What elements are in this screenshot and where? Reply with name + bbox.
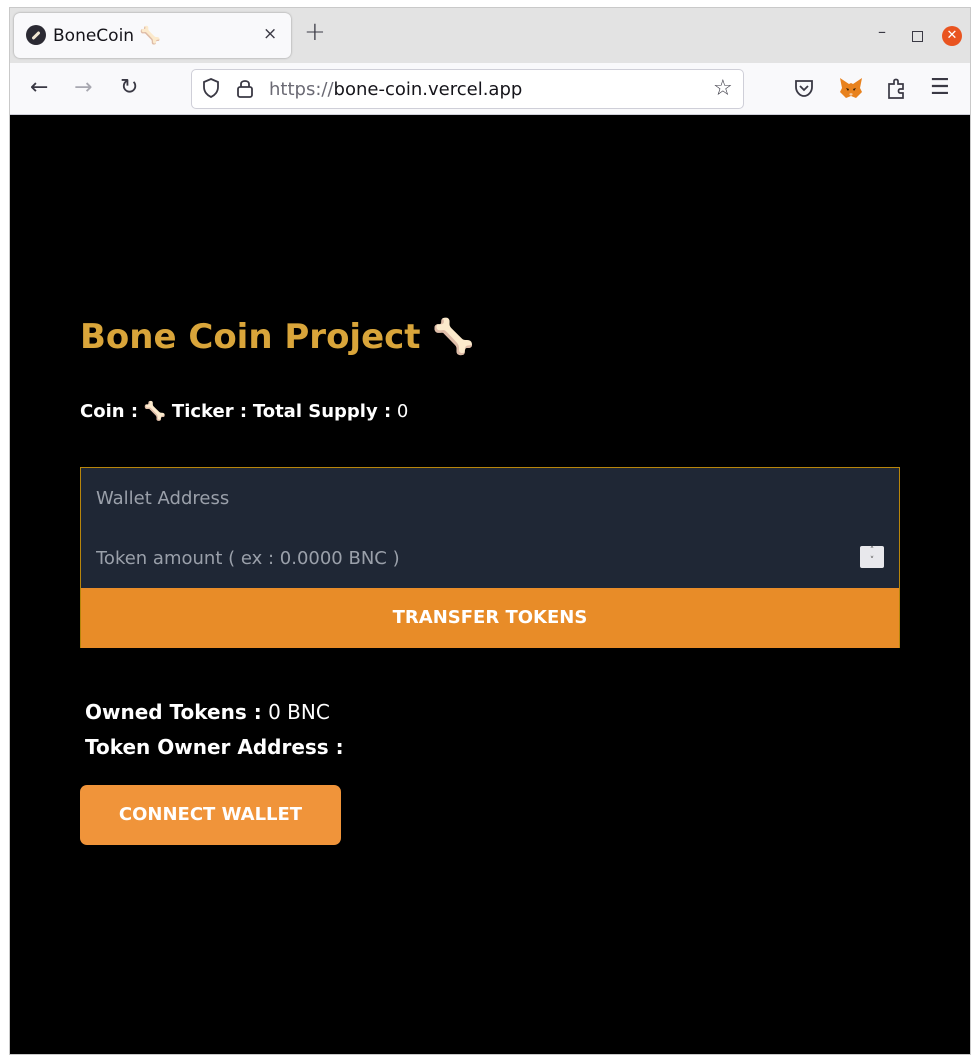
new-tab-icon[interactable]: + (304, 19, 326, 45)
coin-value: 🦴 (143, 401, 167, 422)
browser-window: BoneCoin 🦴 × + – ✕ ← → ↻ https://bone-co… (9, 7, 971, 1055)
hamburger-menu-icon[interactable]: ☰ (930, 76, 950, 100)
extensions-puzzle-icon[interactable] (885, 76, 907, 100)
transfer-tokens-button[interactable]: TRANSFER TOKENS (81, 588, 899, 648)
coin-label: Coin : (80, 401, 139, 422)
tab-close-icon[interactable]: × (263, 24, 277, 44)
token-owner-address-label: Token Owner Address : (85, 735, 344, 759)
ticker-label: Ticker : (171, 401, 248, 422)
bookmark-star-icon[interactable]: ☆ (713, 76, 733, 101)
owned-tokens-value: 0 BNC (268, 700, 330, 724)
navigation-bar: ← → ↻ https://bone-coin.vercel.app ☆ ☰ (10, 63, 970, 115)
total-supply-value: 0 (396, 401, 409, 422)
pocket-icon[interactable] (793, 77, 815, 99)
amount-stepper[interactable]: ˄ ˅ (860, 546, 884, 568)
tab-strip: BoneCoin 🦴 × + – ✕ (10, 8, 970, 63)
back-arrow-icon[interactable]: ← (30, 75, 48, 101)
tab-bonecoin[interactable]: BoneCoin 🦴 × (14, 13, 291, 58)
minimize-icon[interactable]: – (878, 24, 886, 40)
transfer-form: ˄˅ TRANSFER TOKENS (80, 467, 900, 648)
page-title: Bone Coin Project 🦴 (80, 317, 475, 357)
forward-arrow-icon[interactable]: → (74, 75, 92, 101)
owned-tokens-line: Owned Tokens : 0 BNC (85, 700, 330, 724)
url-bar[interactable]: https://bone-coin.vercel.app ☆ (191, 69, 744, 109)
connect-wallet-button[interactable]: CONNECT WALLET (80, 785, 341, 845)
bone-favicon-icon (26, 25, 46, 45)
coin-info-line: Coin : 🦴 Ticker : Total Supply : 0 (80, 401, 408, 422)
url-host: bone-coin.vercel.app (333, 79, 523, 100)
maximize-icon[interactable] (912, 31, 923, 42)
url-text[interactable]: https://bone-coin.vercel.app (269, 79, 522, 100)
metamask-fox-icon[interactable] (838, 75, 864, 101)
token-amount-input[interactable] (81, 528, 899, 588)
url-scheme: https:// (269, 79, 334, 100)
lock-icon[interactable] (236, 78, 254, 98)
reload-icon[interactable]: ↻ (120, 75, 138, 101)
tab-title: BoneCoin 🦴 (53, 26, 161, 46)
owned-tokens-label: Owned Tokens : (85, 700, 262, 724)
page-content: Bone Coin Project 🦴 Coin : 🦴 Ticker : To… (10, 115, 970, 1054)
wallet-address-input[interactable] (81, 468, 899, 528)
total-supply-label: Total Supply : (252, 401, 392, 422)
window-close-icon[interactable]: ✕ (942, 26, 962, 46)
shield-icon[interactable] (202, 78, 220, 98)
